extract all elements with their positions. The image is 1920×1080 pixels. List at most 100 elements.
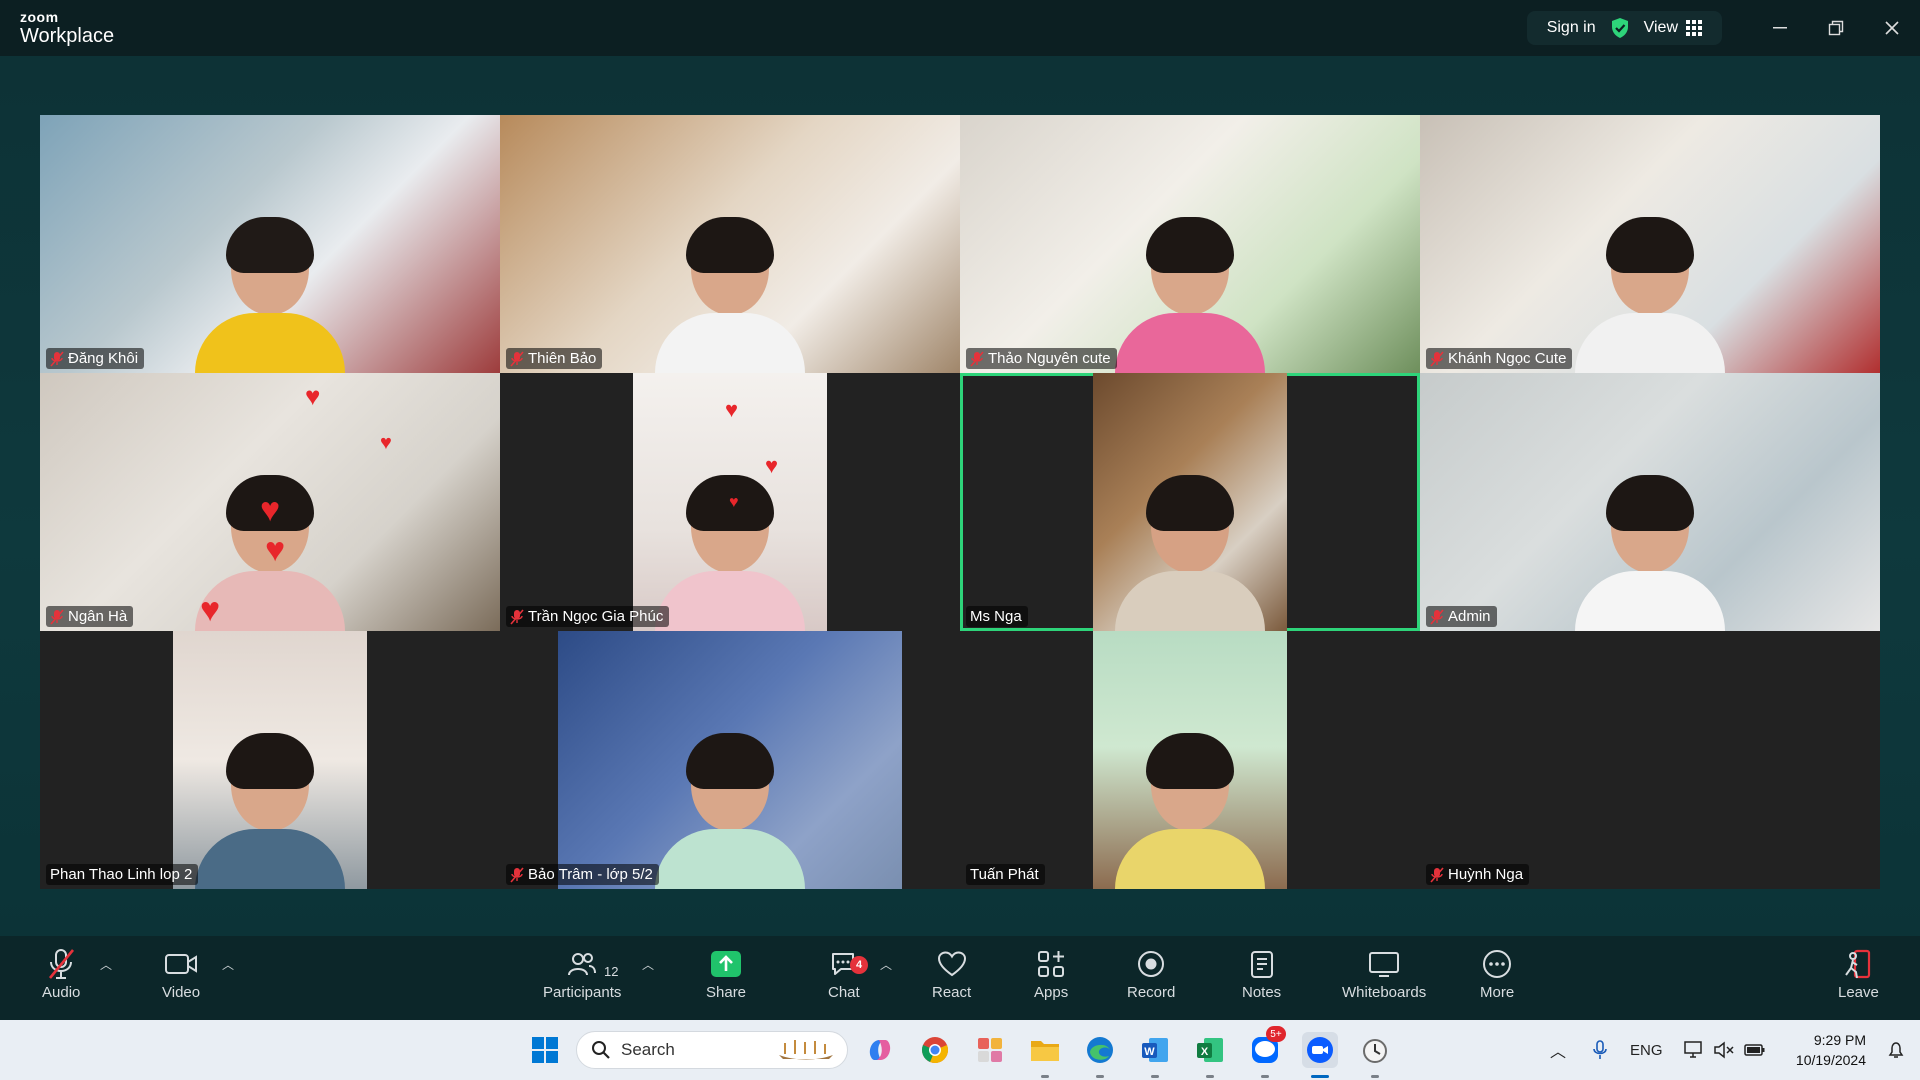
audio-button[interactable]: Audio: [42, 946, 80, 1001]
participant-tile[interactable]: Huỳnh Nga: [1420, 631, 1880, 889]
audio-label: Audio: [42, 984, 81, 1001]
whiteboards-label: Whiteboards: [1342, 984, 1427, 1001]
close-button[interactable]: [1864, 0, 1920, 56]
close-icon: [1885, 21, 1899, 35]
record-button[interactable]: Record: [1127, 946, 1175, 1001]
participant-video: [960, 115, 1420, 373]
windows-logo-icon: [532, 1037, 558, 1063]
chat-options-caret-icon[interactable]: ︿: [880, 956, 892, 973]
zoom-app[interactable]: [1302, 1032, 1338, 1068]
participant-name: Bảo Trâm - lớp 5/2: [528, 866, 653, 883]
meeting-stage: Đăng Khôi Thiên Bảo Thảo Nguyên cute Khá…: [0, 56, 1920, 936]
participant-tile[interactable]: ♥ ♥ ♥ Trần Ngọc Gia Phúc: [500, 373, 960, 631]
view-button[interactable]: View: [1644, 19, 1702, 37]
taskbar-search[interactable]: Search: [576, 1031, 848, 1069]
word-app[interactable]: W: [1137, 1032, 1173, 1068]
zoom-icon: [1307, 1037, 1333, 1063]
video-options-caret-icon[interactable]: ︿: [222, 956, 234, 973]
participant-name: Khánh Ngọc Cute: [1448, 350, 1567, 367]
participant-figure: [655, 217, 805, 373]
mic-muted-icon: [510, 350, 524, 367]
participant-video: [173, 631, 367, 889]
clock-app[interactable]: [1357, 1032, 1393, 1068]
more-button[interactable]: More: [1480, 946, 1514, 1001]
microphone-muted-icon: [49, 949, 75, 979]
battery-charging-icon[interactable]: [1743, 1040, 1767, 1060]
participants-label: Participants: [543, 984, 622, 1001]
participant-tile[interactable]: Bảo Trâm - lớp 5/2: [500, 631, 960, 889]
participant-tile[interactable]: Thiên Bảo: [500, 115, 960, 373]
participant-name: Ngân Hà: [68, 608, 128, 625]
participant-tile[interactable]: Khánh Ngọc Cute: [1420, 115, 1880, 373]
leave-door-icon: [1845, 949, 1871, 979]
whiteboard-icon: [1369, 952, 1400, 977]
mic-muted-icon: [970, 350, 984, 367]
participant-nameplate: Bảo Trâm - lớp 5/2: [506, 864, 659, 885]
snipping-app[interactable]: [972, 1032, 1008, 1068]
participant-nameplate: Huỳnh Nga: [1426, 864, 1530, 885]
record-icon: [1138, 951, 1165, 977]
whiteboards-button[interactable]: Whiteboards: [1342, 946, 1426, 1001]
participant-name: Đăng Khôi: [68, 350, 139, 367]
participant-nameplate: Ngân Hà: [46, 606, 134, 627]
clock-time: 9:29 PM: [1813, 1032, 1866, 1048]
running-indicator-active: [1311, 1075, 1329, 1078]
notification-bell-icon[interactable]: [1886, 1040, 1906, 1060]
participant-tile[interactable]: ♥ ♥ ♥ ♥ ♥ Ngân Hà: [40, 373, 500, 631]
participant-tile[interactable]: Thảo Nguyên cute: [960, 115, 1420, 373]
react-button[interactable]: React: [932, 946, 971, 1001]
restore-button[interactable]: [1808, 0, 1864, 56]
running-indicator: [1041, 1075, 1049, 1078]
shield-check-icon[interactable]: [1610, 17, 1630, 39]
share-button[interactable]: Share: [706, 946, 746, 1001]
heart-icon: [937, 951, 966, 977]
copilot-app[interactable]: [862, 1032, 898, 1068]
windows-taskbar: Search W X 5+ ︿ ENG 9:29 PM 10/19/2024: [0, 1020, 1920, 1080]
excel-app[interactable]: X: [1192, 1032, 1228, 1068]
chat-button[interactable]: Chat: [828, 946, 860, 1001]
search-placeholder: Search: [621, 1040, 675, 1059]
video-label: Video: [162, 984, 201, 1001]
edge-app[interactable]: [1082, 1032, 1118, 1068]
participant-nameplate: Đăng Khôi: [46, 348, 145, 369]
audio-options-caret-icon[interactable]: ︿: [100, 956, 112, 973]
participant-nameplate: Ms Nga: [966, 606, 1028, 627]
participant-tile[interactable]: Tuấn Phát: [960, 631, 1420, 889]
microphone-icon[interactable]: [1592, 1039, 1608, 1061]
clock-date: 10/19/2024: [1795, 1052, 1866, 1068]
logo-bottom-text: Workplace: [20, 25, 115, 47]
mic-muted-icon: [1430, 350, 1444, 367]
participant-tile[interactable]: Admin: [1420, 373, 1880, 631]
minimize-icon: [1773, 27, 1787, 29]
more-icon: [1483, 950, 1512, 978]
participant-tile[interactable]: Phan Thao Linh lop 2: [40, 631, 500, 889]
taskbar-clock[interactable]: 9:29 PM 10/19/2024: [1796, 1030, 1866, 1070]
record-label: Record: [1127, 984, 1176, 1001]
file-explorer-app[interactable]: [1027, 1032, 1063, 1068]
system-tray: ︿ ENG: [1550, 1020, 1767, 1080]
sign-in-button[interactable]: Sign in: [1547, 19, 1596, 37]
leave-button[interactable]: Leave: [1838, 946, 1879, 1001]
participant-video: [1093, 631, 1287, 889]
participants-count: 12: [604, 964, 619, 979]
apps-button[interactable]: Apps: [1034, 946, 1068, 1001]
chrome-app[interactable]: [917, 1032, 953, 1068]
heart-reaction-icon: ♥: [265, 531, 286, 569]
start-button[interactable]: [527, 1032, 563, 1068]
language-indicator[interactable]: ENG: [1630, 1042, 1663, 1059]
participant-name: Thiên Bảo: [528, 350, 597, 367]
minimize-button[interactable]: [1752, 0, 1808, 56]
notes-button[interactable]: Notes: [1242, 946, 1281, 1001]
participants-icon: [568, 953, 597, 976]
video-button[interactable]: Video: [162, 946, 200, 1001]
alarm-clock-icon: [1363, 1039, 1387, 1063]
participant-tile-active-speaker[interactable]: Ms Nga: [960, 373, 1420, 631]
volume-muted-icon[interactable]: [1713, 1040, 1735, 1060]
network-icon[interactable]: [1683, 1040, 1705, 1060]
show-hidden-icons-chevron-icon[interactable]: ︿: [1550, 1038, 1566, 1062]
participant-tile[interactable]: Đăng Khôi: [40, 115, 500, 373]
participants-options-caret-icon[interactable]: ︿: [642, 956, 654, 973]
running-indicator: [1206, 1075, 1214, 1078]
participant-nameplate: Phan Thao Linh lop 2: [46, 864, 199, 885]
participant-video: ♥ ♥ ♥: [633, 373, 827, 631]
